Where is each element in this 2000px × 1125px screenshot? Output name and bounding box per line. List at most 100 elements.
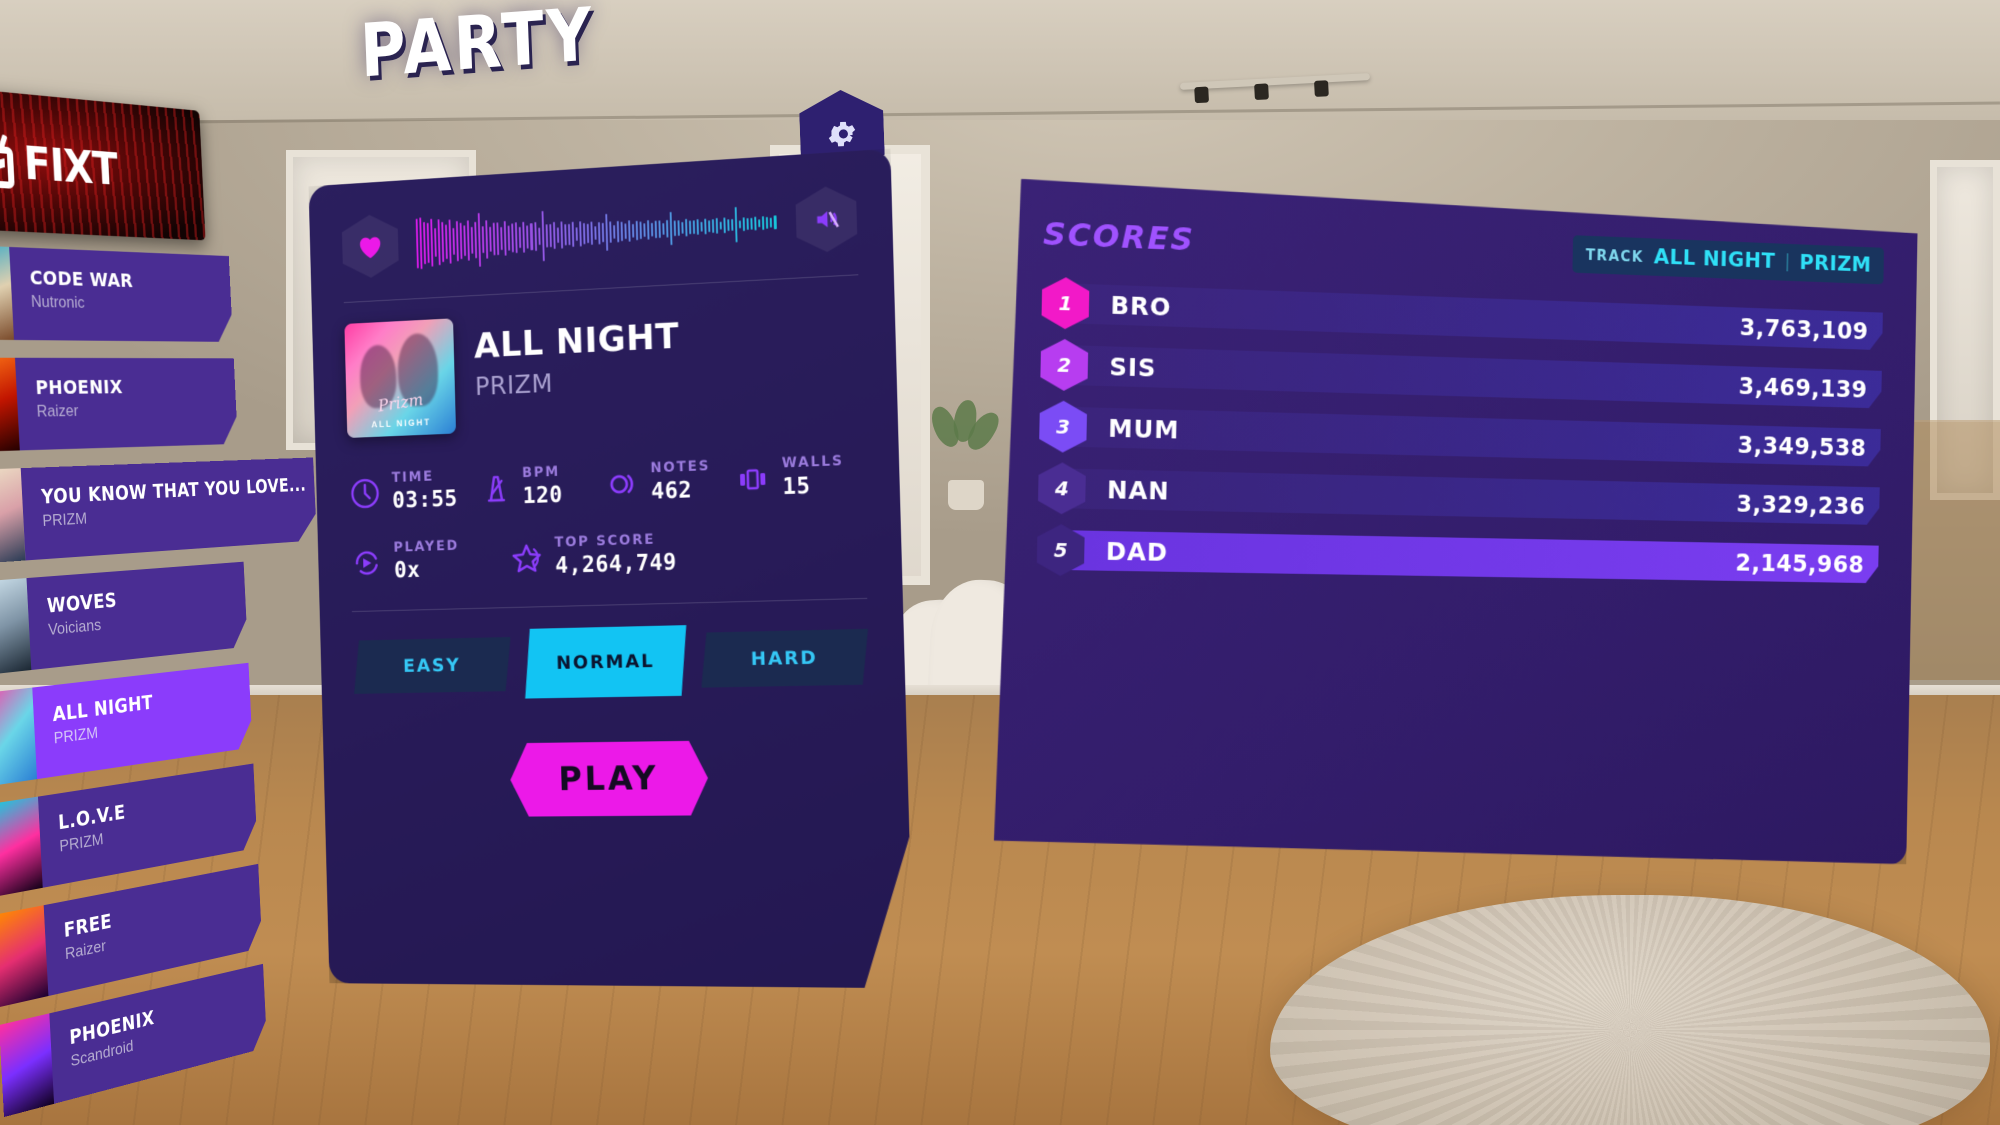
score-row[interactable]: 4 NAN 3,329,236	[1038, 464, 1880, 529]
waveform-bar	[449, 219, 452, 264]
score-row[interactable]: 5 DAD 2,145,968	[1037, 526, 1879, 587]
waveform-bar	[681, 222, 683, 233]
score-row[interactable]: 2 SIS 3,469,139	[1040, 340, 1882, 412]
waveform-bar	[647, 220, 649, 240]
waveform-bar	[689, 221, 691, 234]
difficulty-normal-button[interactable]: NORMAL	[523, 625, 688, 698]
song-list-item-title: CODE WAR	[29, 265, 134, 292]
song-list-item[interactable]: WOVES Voicians	[0, 562, 248, 676]
waveform-bar	[575, 227, 577, 241]
waveform-bar	[434, 228, 437, 256]
waveform-bar	[755, 216, 757, 230]
waveform-bar	[708, 220, 710, 233]
waveform-bar	[731, 219, 733, 231]
stat-value: 120	[522, 482, 564, 510]
stat-label: TOP SCORE	[554, 531, 656, 551]
difficulty-selector[interactable]: EASY NORMAL HARD	[353, 621, 870, 702]
album-art: Prizm ALL NIGHT	[344, 318, 456, 438]
mute-button[interactable]	[795, 185, 857, 254]
waveform-bar	[678, 220, 680, 237]
page-title: PARTY	[358, 0, 597, 95]
player-score: 3,763,109	[1739, 312, 1869, 345]
star-icon	[510, 540, 544, 576]
song-list-item-art	[0, 905, 49, 1008]
waveform-bar	[712, 219, 714, 232]
walls-icon	[735, 460, 771, 497]
song-artist: PRIZM	[474, 369, 554, 402]
song-list-item-artist: Nutronic	[30, 292, 86, 312]
waveform-bar	[605, 213, 608, 251]
waveform-bar	[523, 221, 526, 253]
song-stats: TIME 03:55 BPM 120 NOTES 462 WALLS 15 PLAYED 0x TO…	[348, 452, 866, 584]
song-list-item-artist: Raizer	[36, 401, 79, 421]
stat-top-score: TOP SCORE 4,264,749	[510, 525, 867, 580]
waveform-bar	[427, 223, 430, 263]
waveform-bar	[639, 221, 641, 239]
song-list-item-art	[0, 578, 32, 676]
score-row[interactable]: 1 BRO 3,763,109	[1041, 278, 1883, 353]
waveform-bar	[594, 226, 596, 240]
song-list-item[interactable]: ALL NIGHT PRIZM	[0, 663, 253, 787]
stat-value: 03:55	[391, 486, 458, 514]
waveform-bar	[553, 222, 556, 249]
track-chip-label: TRACK	[1585, 245, 1644, 266]
waveform-bar	[512, 223, 515, 253]
difficulty-hard-button[interactable]: HARD	[700, 629, 870, 688]
waveform-bar	[770, 217, 772, 227]
waveform-bar	[674, 220, 676, 236]
waveform-bar	[541, 211, 544, 261]
song-list-item[interactable]: PHOENIX Raizer	[0, 357, 238, 452]
speaker-muted-icon	[811, 205, 841, 235]
song-list-item-title: PHOENIX	[34, 375, 124, 399]
waveform-bar	[467, 220, 470, 261]
waveform-bar	[557, 227, 559, 243]
waveform-bar	[489, 227, 492, 252]
waveform-bar	[464, 225, 467, 256]
player-name: BRO	[1110, 290, 1172, 322]
waveform-bar	[534, 222, 537, 251]
song-list-item[interactable]: YOU KNOW THAT YOU LOVE... PRIZM	[0, 460, 243, 564]
stat-played: PLAYED 0x	[350, 537, 511, 585]
waveform-bar	[697, 219, 699, 235]
waveform-bar	[456, 221, 459, 262]
waveform-bar	[598, 222, 600, 244]
waveform-bar	[617, 221, 619, 242]
waveform-bar	[735, 207, 738, 243]
waveform-bar	[564, 224, 566, 246]
stat-time: TIME 03:55	[348, 467, 478, 515]
gear-icon	[824, 116, 859, 151]
play-button[interactable]: PLAY	[509, 741, 709, 817]
waveform-bar	[662, 223, 664, 235]
waveform-bar	[743, 217, 745, 231]
song-title: ALL NIGHT	[473, 316, 680, 367]
score-row[interactable]: 3 MUM 3,349,538	[1039, 402, 1881, 470]
favorite-button[interactable]	[342, 213, 400, 279]
player-score: 3,469,139	[1738, 371, 1868, 403]
waveform-bar	[636, 221, 638, 240]
song-list-item[interactable]: CODE WAR Nutronic	[0, 244, 233, 342]
track-chip-artist: PRIZM	[1799, 250, 1872, 278]
waveform-bar	[471, 227, 474, 253]
waveform-bar	[568, 224, 570, 246]
scores-panel: SCORES TRACK ALL NIGHT | PRIZM 1 BRO 3,763…	[993, 178, 1917, 868]
waveform-bar	[628, 221, 630, 242]
waveform-bar	[416, 219, 419, 269]
waveform-bar	[538, 227, 540, 245]
waveform-bar	[460, 222, 463, 259]
track-chip[interactable]: TRACK ALL NIGHT | PRIZM	[1573, 235, 1884, 284]
song-list[interactable]: FIXT CODE WAR Nutronic PHOENIX Raizer YOU KN…	[0, 86, 263, 1118]
song-list-item-art	[0, 687, 38, 787]
waveform-bar	[501, 227, 503, 251]
waveform-bar	[475, 222, 478, 259]
waveform-bar	[739, 220, 741, 228]
difficulty-easy-button[interactable]: EASY	[353, 637, 512, 694]
waveform-bar	[670, 212, 673, 246]
track-chip-separator: |	[1784, 251, 1790, 273]
waveform-bar	[602, 223, 604, 243]
stat-row: PLAYED 0x TOP SCORE 4,264,749	[350, 525, 866, 584]
waveform-bar	[751, 218, 753, 229]
scores-title: SCORES	[1042, 214, 1196, 258]
waveform-bar	[658, 220, 660, 237]
waveform-bar	[701, 222, 703, 232]
waveform-bar	[441, 222, 444, 262]
